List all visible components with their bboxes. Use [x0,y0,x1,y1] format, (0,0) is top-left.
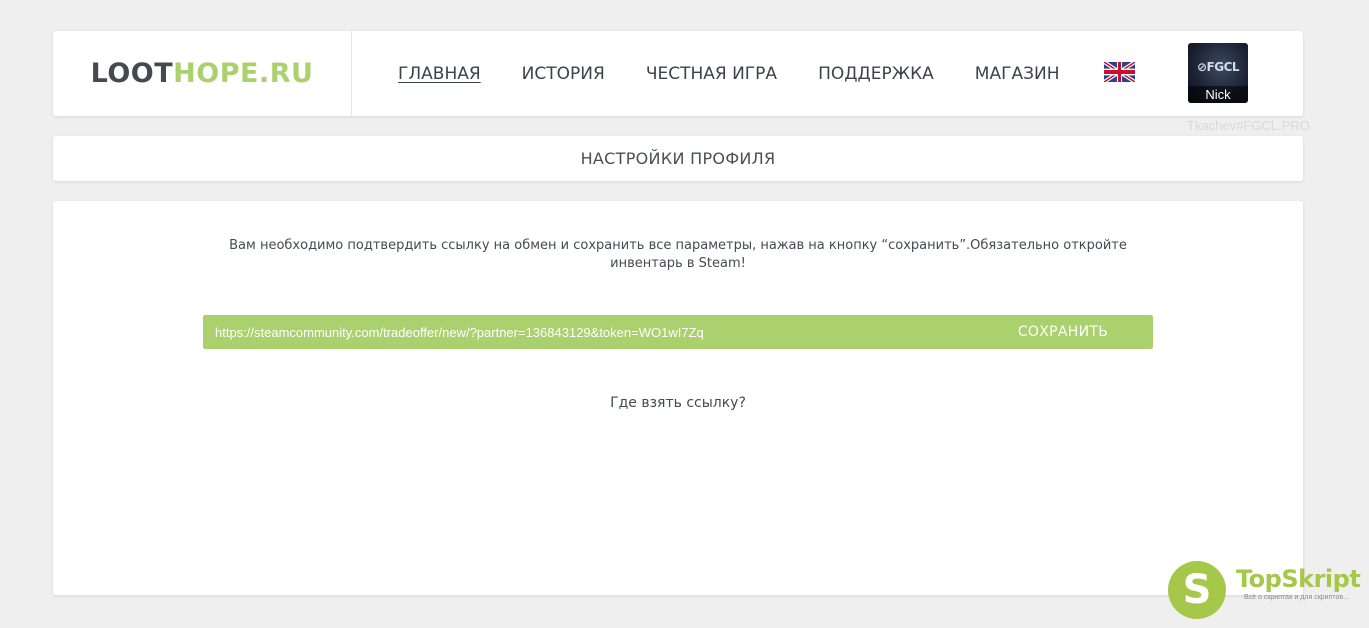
nav-fair-play[interactable]: ЧЕСТНАЯ ИГРА [646,64,777,84]
main-nav: ГЛАВНАЯ ИСТОРИЯ ЧЕСТНАЯ ИГРА ПОДДЕРЖКА М… [398,31,1101,116]
logo-loot: LOOT [90,58,174,89]
trade-url-bar: СОХРАНИТЬ [203,315,1153,349]
topskript-watermark: S TopSkript Всё о скриптах и для скрипто… [1168,561,1368,621]
watermark-title: TopSkript [1236,565,1361,593]
logo-box: LOOTHOPE.RU [53,31,352,116]
profile-settings-panel: Вам необходимо подтвердить ссылку на обм… [53,201,1303,595]
avatar-fgcl-logo: ⊘FGCL [1196,60,1240,74]
title-card: НАСТРОЙКИ ПРОФИЛЯ [53,136,1303,181]
where-to-get-link[interactable]: Где взять ссылку? [53,395,1303,411]
watermark-subtitle: Всё о скриптах и для скриптов... [1244,594,1349,601]
uk-flag-icon[interactable] [1104,62,1135,82]
nav-history[interactable]: ИСТОРИЯ [522,64,605,84]
site-logo[interactable]: LOOTHOPE.RU [91,58,314,89]
nav-shop[interactable]: МАГАЗИН [975,64,1060,84]
watermark-logo-icon: S [1168,561,1226,619]
username: Tkachev#FGCL.PRO [1187,118,1310,133]
logo-hope: HOPE.RU [173,58,314,89]
avatar[interactable]: ⊘FGCL Nick [1188,43,1248,103]
page-title: НАСТРОЙКИ ПРОФИЛЯ [580,149,776,168]
nav-support[interactable]: ПОДДЕРЖКА [818,64,934,84]
avatar-label: Nick [1188,86,1248,103]
trade-url-input[interactable] [203,315,973,349]
nav-home[interactable]: ГЛАВНАЯ [398,64,481,84]
save-button[interactable]: СОХРАНИТЬ [973,315,1153,349]
instructions-text: Вам необходимо подтвердить ссылку на обм… [229,238,1127,271]
site-header: LOOTHOPE.RU ГЛАВНАЯ ИСТОРИЯ ЧЕСТНАЯ ИГРА… [53,31,1303,116]
